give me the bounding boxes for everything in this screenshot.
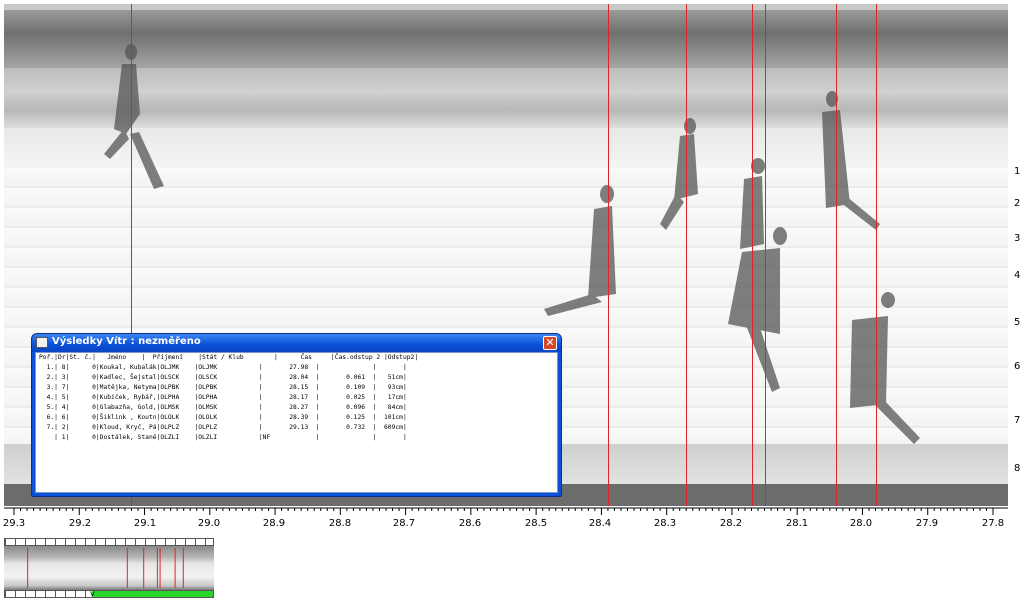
close-button[interactable]: ✕	[543, 336, 557, 350]
lane-number: 3	[1014, 233, 1021, 244]
navigator-progress-bar[interactable]	[92, 591, 213, 597]
navigator-ruler-tick	[25, 591, 26, 597]
axis-tick-label: 28.4	[588, 518, 612, 529]
results-window-titlebar[interactable]: Výsledky Vítr : nezměřeno ✕	[32, 334, 561, 352]
navigator-ruler-tick	[85, 591, 86, 597]
table-row[interactable]: 6.| 6| 0|Šiklink , Koutn|OLOLK |OLOLK | …	[39, 414, 407, 424]
navigator-ruler-tick	[45, 539, 46, 545]
axis-tick-label: 29.1	[133, 518, 157, 529]
navigator-ruler-tick	[35, 539, 36, 545]
time-cursor-line[interactable]	[875, 4, 877, 506]
navigator-markers	[27, 548, 184, 588]
axis-tick-label: 27.8	[981, 518, 1005, 529]
results-window[interactable]: Výsledky Vítr : nezměřeno ✕ Poř.|Dr|St. …	[31, 333, 562, 497]
navigator-ruler-tick	[75, 539, 76, 545]
navigator-ruler-tick	[145, 539, 146, 545]
lane-number-column: 1 2 3 4 5 6 7 8	[1010, 0, 1033, 510]
axis-tick-label: 29.0	[197, 518, 221, 529]
lane-number: 1	[1014, 166, 1021, 177]
navigator-ruler-tick	[95, 539, 96, 545]
lane-number: 8	[1014, 463, 1021, 474]
lane-number: 5	[1014, 317, 1021, 328]
navigator-ruler-tick	[155, 539, 156, 545]
navigator-ruler-tick	[75, 591, 76, 597]
time-cursor-line[interactable]	[607, 4, 609, 506]
lane-number: 4	[1014, 270, 1021, 281]
results-header-row: Poř.|Dr|St. č.| Jméno | Příjmení |Stát /…	[39, 354, 419, 361]
table-row[interactable]: 4.| 5| 0|Kubíček, Rybář,|OLPHA |OLPHA | …	[39, 394, 407, 404]
navigator-ruler-tick	[55, 539, 56, 545]
axis-tick-label: 28.6	[458, 518, 482, 529]
navigator-ruler-tick	[25, 539, 26, 545]
navigator-ruler-tick	[135, 539, 136, 545]
navigator-ruler-tick	[125, 539, 126, 545]
navigator-ruler-tick	[205, 539, 206, 545]
results-table[interactable]: Poř.|Dr|St. č.| Jméno | Příjmení |Stát /…	[35, 352, 558, 493]
axis-tick-label: 28.8	[328, 518, 352, 529]
axis-tick-label: 28.7	[392, 518, 416, 529]
time-cursor-line[interactable]	[686, 4, 688, 506]
time-cursor-line[interactable]	[751, 4, 753, 506]
axis-tick-label: 29.2	[68, 518, 92, 529]
axis-tick-label: 28.1	[785, 518, 809, 529]
table-row[interactable]: 3.| 7| 0|Matějka, Netyma|OLPBK |OLPBK | …	[39, 384, 407, 394]
table-row[interactable]: | 1| 0|Dostálek, Staně|OLZLI |OLZLI |NF …	[39, 434, 407, 444]
navigator-ruler-tick	[175, 539, 176, 545]
table-row[interactable]: 7.| 2| 0|Kloud, Kryč, Pá|OLPLZ |OLPLZ | …	[39, 424, 407, 434]
time-axis: 29.3 29.2 29.1 29.0 28.9 28.8 28.7 28.6 …	[0, 506, 1033, 532]
navigator-thumbnail[interactable]	[4, 546, 214, 590]
navigator-ruler-tick	[65, 539, 66, 545]
table-row[interactable]: 1.| 8| 0|Koukal, Kubalák|OLJMK |OLJMK | …	[39, 364, 407, 374]
axis-tick-label: 28.5	[524, 518, 548, 529]
time-cursor-line[interactable]	[764, 4, 766, 506]
printer-icon	[36, 337, 48, 348]
axis-tick-label: 28.0	[849, 518, 873, 529]
axis-tick-label: 27.9	[915, 518, 939, 529]
navigator-ruler-tick	[65, 591, 66, 597]
navigator-ruler-tick	[195, 539, 196, 545]
lane-number: 7	[1014, 415, 1021, 426]
time-axis-ruler	[4, 507, 1008, 515]
axis-tick-label: 28.2	[719, 518, 743, 529]
table-row[interactable]: 2.| 3| 0|Kadlec, Šejstal|OLSCK |OLSCK | …	[39, 374, 407, 384]
navigator-ruler-tick	[35, 591, 36, 597]
results-window-title: Výsledky Vítr : nezměřeno	[52, 336, 201, 347]
navigator-ruler-tick	[185, 539, 186, 545]
time-cursor-line[interactable]	[836, 4, 838, 506]
navigator-ruler-tick	[5, 539, 6, 545]
overview-navigator[interactable]: v	[4, 538, 216, 600]
navigator-ruler-tick	[55, 591, 56, 597]
navigator-ruler-tick	[15, 539, 16, 545]
navigator-ruler-tick	[115, 539, 116, 545]
axis-tick-label: 28.9	[262, 518, 286, 529]
lane-number: 6	[1014, 361, 1021, 372]
navigator-ruler-tick	[45, 591, 46, 597]
axis-tick-label: 29.3	[2, 518, 26, 529]
navigator-ruler-tick	[105, 539, 106, 545]
navigator-ruler-tick	[15, 591, 16, 597]
navigator-ruler-top	[4, 538, 214, 546]
navigator-ruler-tick	[165, 539, 166, 545]
navigator-ruler-tick	[85, 539, 86, 545]
lane-number: 2	[1014, 198, 1021, 209]
navigator-ruler-tick	[5, 591, 6, 597]
axis-tick-label: 28.3	[653, 518, 677, 529]
table-row[interactable]: 5.| 4| 0|Glabazňa, Gold,|OLMSK |OLMSK | …	[39, 404, 407, 414]
chevron-down-icon[interactable]: v	[90, 589, 95, 598]
